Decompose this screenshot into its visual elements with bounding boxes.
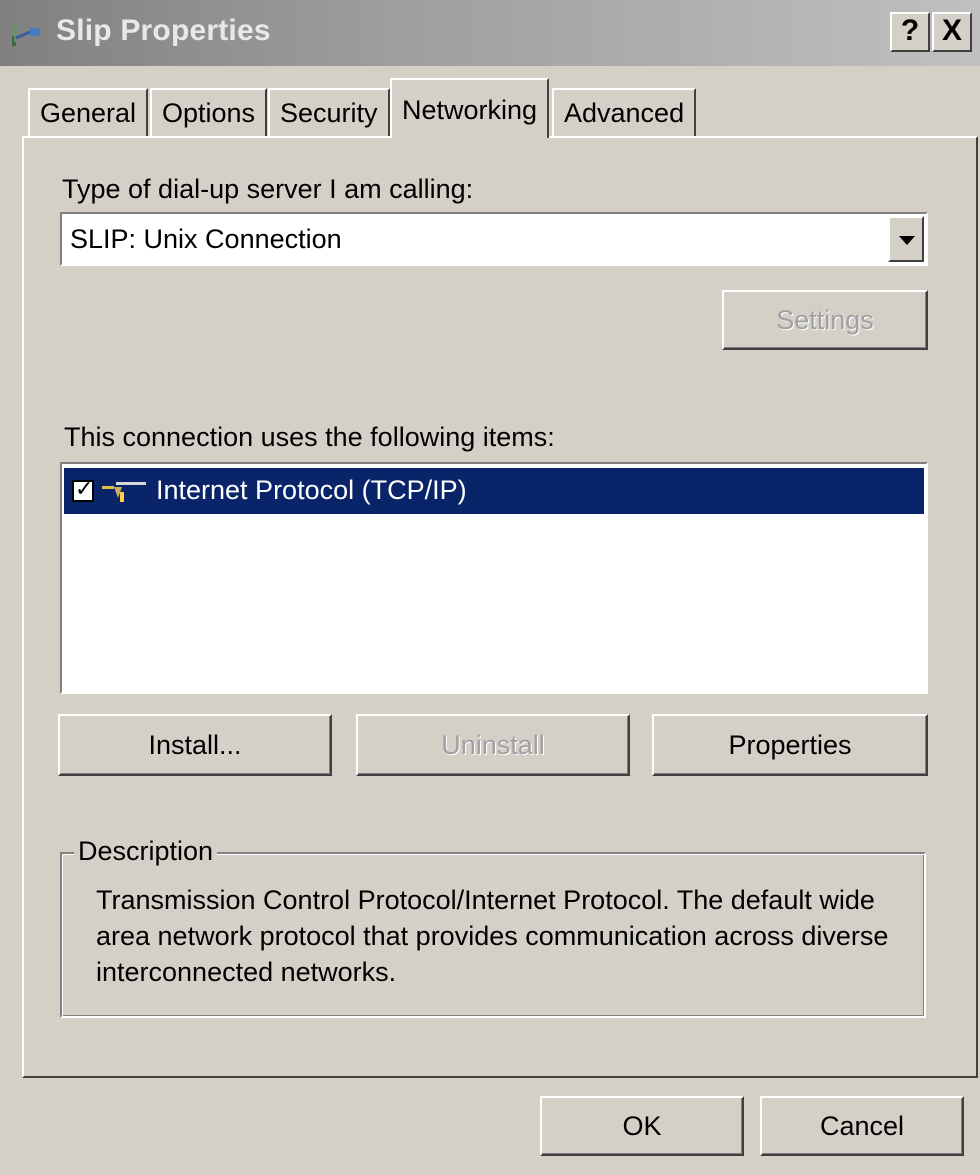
close-button[interactable]: X	[932, 12, 972, 52]
properties-button[interactable]: Properties	[652, 714, 928, 776]
tab-advanced[interactable]: Advanced	[552, 88, 697, 136]
chevron-down-icon	[899, 236, 915, 245]
server-type-label: Type of dial-up server I am calling:	[62, 174, 474, 204]
uninstall-button[interactable]: Uninstall	[356, 714, 630, 776]
tab-options[interactable]: Options	[150, 88, 268, 136]
dropdown-arrow-button[interactable]	[888, 216, 924, 262]
connection-items-list[interactable]: ✓ Internet Protocol (TCP/IP)	[60, 462, 928, 694]
tab-security[interactable]: Security	[268, 88, 390, 136]
settings-button[interactable]: Settings	[722, 290, 928, 350]
properties-dialog: Slip Properties ? X General Options Secu…	[0, 0, 980, 1175]
cancel-button[interactable]: Cancel	[760, 1096, 964, 1156]
network-protocol-icon	[102, 482, 146, 502]
ok-button[interactable]: OK	[540, 1096, 744, 1156]
checkmark-icon: ✓	[75, 476, 94, 501]
network-connection-icon	[12, 20, 41, 46]
install-button[interactable]: Install...	[58, 714, 332, 776]
window-title: Slip Properties	[56, 14, 271, 47]
description-title: Description	[74, 836, 218, 867]
tcpip-checkbox[interactable]: ✓	[72, 476, 94, 502]
list-item-tcpip[interactable]: ✓ Internet Protocol (TCP/IP)	[64, 468, 924, 514]
tab-networking[interactable]: Networking	[390, 78, 550, 138]
description-text: Transmission Control Protocol/Internet P…	[96, 885, 889, 987]
server-type-value: SLIP: Unix Connection	[70, 224, 342, 254]
list-item-label: Internet Protocol (TCP/IP)	[156, 475, 467, 505]
server-type-dropdown[interactable]: SLIP: Unix Connection	[60, 212, 928, 266]
items-label: This connection uses the following items…	[64, 422, 555, 452]
title-bar[interactable]: Slip Properties ? X	[0, 0, 980, 66]
help-button[interactable]: ?	[890, 12, 930, 52]
tab-general[interactable]: General	[28, 88, 149, 136]
